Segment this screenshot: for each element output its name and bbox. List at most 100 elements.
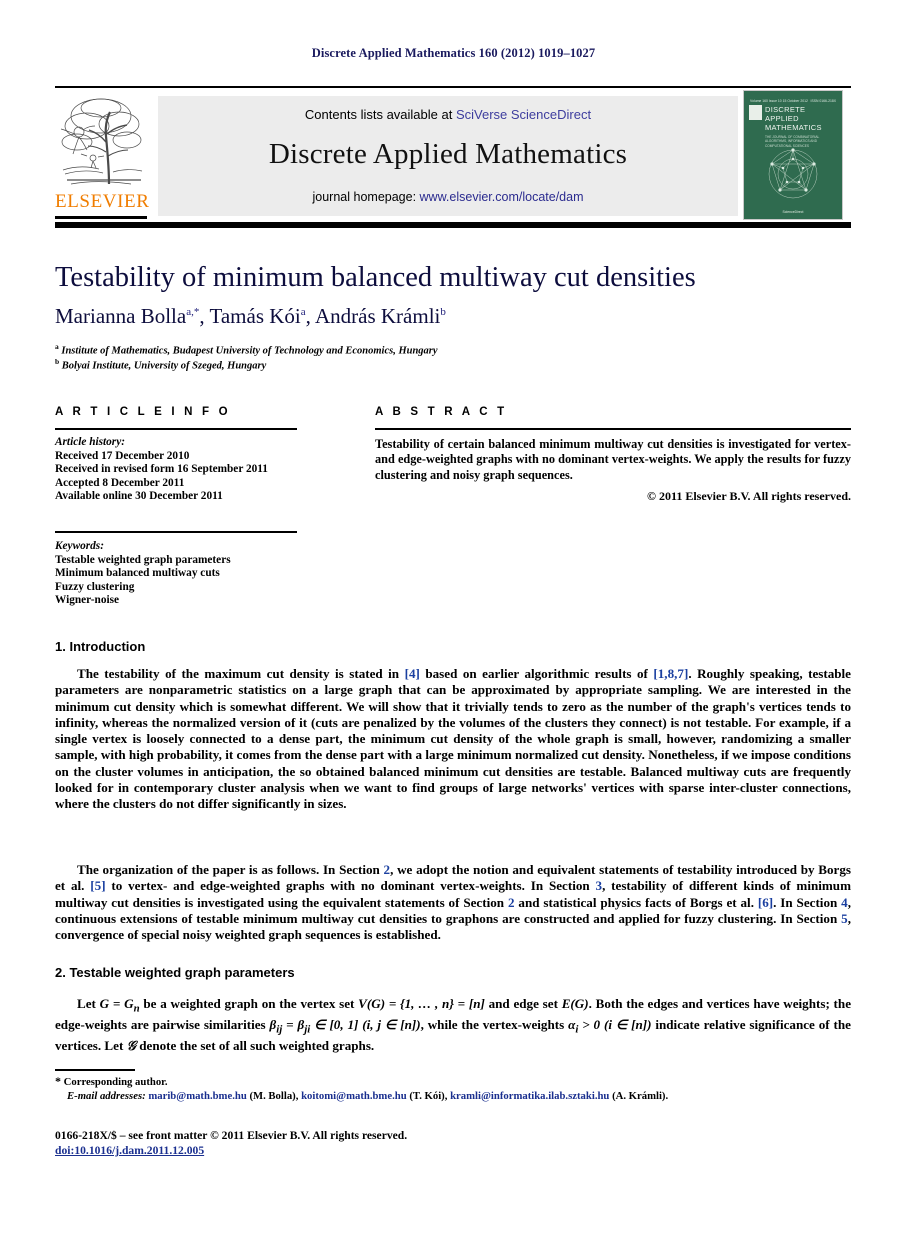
text-run: based on earlier algorithmic results of — [419, 666, 654, 681]
article-page: Discrete Applied Mathematics 160 (2012) … — [0, 0, 907, 1238]
math-run: = β — [282, 1016, 305, 1032]
email-label: E-mail addresses: — [67, 1090, 146, 1102]
citation-link[interactable]: [4] — [405, 666, 420, 681]
contents-line: Contents lists available at SciVerse Sci… — [158, 107, 738, 122]
elsevier-tree-icon — [60, 98, 143, 185]
contents-prefix: Contents lists available at — [304, 107, 456, 122]
affiliation-text: Institute of Mathematics, Budapest Unive… — [61, 345, 438, 357]
keywords-block: Keywords: Testable weighted graph parame… — [55, 540, 303, 608]
math-run: E(G) — [561, 996, 589, 1011]
journal-cover-thumbnail: Volume 160 Issue 10 15 October 2012 ISSN… — [743, 90, 843, 220]
email-owner: (A. Krámli). — [609, 1090, 669, 1102]
email-link[interactable]: kramli@informatika.ilab.sztaki.hu — [450, 1090, 609, 1102]
cover-title: DISCRETE APPLIED MATHEMATICS — [765, 105, 838, 132]
email-link[interactable]: marib@math.bme.hu — [148, 1090, 246, 1102]
keyword-item: Testable weighted graph parameters — [55, 553, 231, 566]
text-run: The organization of the paper is as foll… — [77, 862, 384, 877]
affiliation-text: Bolyai Institute, University of Szeged, … — [61, 360, 267, 372]
author-name: Marianna Bolla — [55, 304, 187, 328]
email-link[interactable]: koitomi@math.bme.hu — [301, 1090, 407, 1102]
homepage-link[interactable]: www.elsevier.com/locate/dam — [420, 190, 584, 204]
paragraph-definitions: Let G = Gn be a weighted graph on the ve… — [55, 996, 851, 1054]
author-name: Tamás Kói — [209, 304, 301, 328]
math-run: > 0 (i ∈ [n]) — [578, 1016, 652, 1032]
footnote-rule — [55, 1069, 135, 1071]
history-item: Received 17 December 2010 — [55, 449, 190, 462]
footnote-block: * Corresponding author. E-mail addresses… — [55, 1074, 851, 1103]
keyword-item: Minimum balanced multiway cuts — [55, 567, 220, 580]
imprint-line: 0166-218X/$ – see front matter © 2011 El… — [55, 1129, 408, 1142]
paragraph-organization: The organization of the paper is as foll… — [55, 862, 851, 943]
cover-issn-line: ISSN 0166-218X — [810, 98, 836, 103]
corresponding-author-text: Corresponding author. — [61, 1076, 168, 1088]
author-list: Marianna Bollaa,*, Tamás Kóia, András Kr… — [55, 304, 446, 328]
cover-title-line-2: APPLIED — [765, 114, 799, 123]
cover-volume-line: Volume 160 Issue 10 15 October 2012 — [750, 98, 808, 103]
text-run: to vertex- and edge-weighted graphs with… — [105, 878, 596, 894]
running-head: Discrete Applied Mathematics 160 (2012) … — [311, 46, 596, 60]
affiliation-mark: b — [55, 357, 60, 366]
affiliation-mark: a — [55, 342, 59, 351]
journal-title: Discrete Applied Mathematics — [268, 138, 628, 170]
text-run: . Roughly speaking, testable parameters … — [55, 666, 851, 812]
author-mark: b — [440, 306, 446, 318]
page-title: Testability of minimum balanced multiway… — [55, 262, 696, 293]
cover-title-line-3: MATHEMATICS — [765, 123, 822, 132]
article-history-label: Article history: — [55, 436, 125, 448]
text-run: . In Section — [773, 894, 842, 910]
info-rule-top — [55, 428, 297, 430]
keyword-item: Fuzzy clustering — [55, 580, 135, 593]
text-run: The testability of the maximum cut densi… — [77, 666, 405, 681]
text-run: denote the set of all such weighted grap… — [135, 1037, 375, 1053]
text-run: and edge set — [484, 996, 562, 1011]
doi-link[interactable]: doi:10.1016/j.dam.2011.12.005 — [55, 1143, 851, 1158]
imprint-block: 0166-218X/$ – see front matter © 2011 El… — [55, 1128, 851, 1158]
text-run: and statistical physics facts of Borgs e… — [514, 894, 758, 910]
elsevier-underbar — [55, 216, 147, 219]
citation-link[interactable]: [5] — [90, 878, 105, 893]
paragraph-intro: The testability of the maximum cut densi… — [55, 666, 851, 813]
author-mark: a,* — [186, 306, 200, 318]
author-mark: a — [300, 306, 306, 318]
copyright-line: © 2011 Elsevier B.V. All rights reserved… — [647, 489, 851, 503]
abstract-text: Testability of certain balanced minimum … — [375, 437, 851, 482]
math-run: 𝒢 — [126, 1037, 136, 1053]
sciencedirect-link[interactable]: SciVerse ScienceDirect — [456, 107, 591, 122]
masthead-top-rule — [55, 86, 851, 88]
text-run: , while the vertex-weights — [420, 1016, 569, 1032]
cover-topbar: Volume 160 Issue 10 15 October 2012 ISSN… — [750, 96, 836, 105]
math-run: V(G) = {1, … , n} = [n] — [358, 996, 485, 1011]
article-info-heading: A R T I C L E I N F O — [55, 406, 231, 418]
elsevier-logo: ELSEVIER — [55, 96, 150, 219]
info-rule-middle — [55, 531, 297, 533]
author-name: András Krámli — [314, 304, 441, 328]
homepage-prefix: journal homepage: — [312, 190, 420, 204]
text-run: be a weighted graph on the vertex set — [139, 996, 359, 1011]
abstract-heading: A B S T R A C T — [375, 406, 508, 418]
cover-footer: ScienceDirect — [782, 210, 804, 214]
math-run: ∈ [0, 1] (i, j ∈ [n]) — [310, 1016, 421, 1032]
history-item: Received in revised form 16 September 20… — [55, 463, 268, 476]
elsevier-wordmark: ELSEVIER — [55, 191, 150, 212]
citation-link[interactable]: [1,8,7] — [653, 666, 688, 681]
email-owner: (T. Kói), — [406, 1090, 451, 1102]
affiliation: a Institute of Mathematics, Budapest Uni… — [55, 342, 755, 357]
homepage-line: journal homepage: www.elsevier.com/locat… — [158, 190, 738, 204]
corresponding-author-line: * Corresponding author. — [55, 1074, 851, 1089]
affiliation: b Bolyai Institute, University of Szeged… — [55, 357, 755, 372]
cover-publisher-mark — [749, 105, 762, 120]
section-heading-introduction: 1. Introduction — [55, 639, 146, 654]
masthead-bottom-rule — [55, 222, 851, 228]
email-line: E-mail addresses: marib@math.bme.hu (M. … — [55, 1089, 851, 1103]
keywords-label: Keywords: — [55, 540, 104, 552]
history-item: Available online 30 December 2011 — [55, 490, 223, 503]
keyword-item: Wigner-noise — [55, 594, 120, 607]
citation-link[interactable]: [6] — [758, 895, 773, 910]
text-run: Let — [77, 996, 100, 1011]
journal-masthead: ELSEVIER Contents lists available at Sci… — [55, 90, 851, 220]
email-owner: (M. Bolla), — [246, 1090, 302, 1102]
section-heading-testable-weighted-graph-parameters: 2. Testable weighted graph parameters — [55, 965, 295, 980]
cover-title-line-1: DISCRETE — [765, 105, 806, 114]
abstract-rule-top — [375, 428, 851, 430]
cover-graph-diagram — [768, 148, 818, 199]
